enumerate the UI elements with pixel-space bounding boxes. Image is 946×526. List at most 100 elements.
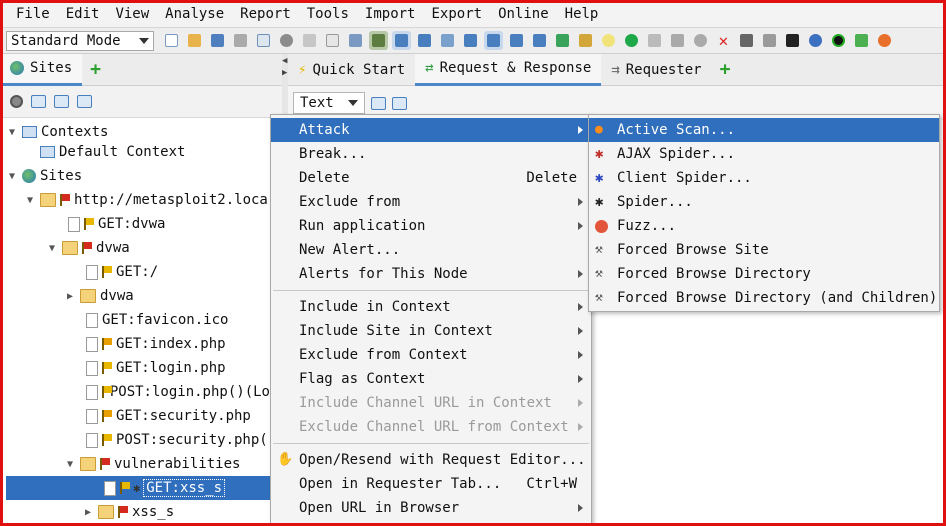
layout-response-icon[interactable] <box>484 31 503 50</box>
menu-item-delete[interactable]: Delete Delete <box>271 166 591 190</box>
menu-help[interactable]: Help <box>557 0 607 28</box>
menu-item-break[interactable]: Break... <box>271 142 591 166</box>
toggle-icon[interactable]: ▼ <box>46 243 58 254</box>
gear-icon[interactable] <box>277 31 296 50</box>
stop-icon[interactable] <box>691 31 710 50</box>
tree-row[interactable]: ▶ dvwa <box>6 284 270 308</box>
menu-view[interactable]: View <box>107 0 157 28</box>
tree-row[interactable]: POST:login.php()(Lo <box>6 380 270 404</box>
new-context-icon[interactable] <box>31 95 46 108</box>
tree-row[interactable]: GET:security.php <box>6 404 270 428</box>
menu-item-open-resend[interactable]: ✋ Open/Resend with Request Editor... <box>271 448 591 472</box>
submenu-item-active-scan[interactable]: ● Active Scan... <box>589 118 939 142</box>
x-icon[interactable]: ✕ <box>714 31 733 50</box>
menu-item-include-in-context[interactable]: Include in Context <box>271 295 591 319</box>
menu-item-include-site-in-context[interactable]: Include Site in Context <box>271 319 591 343</box>
tab-requester[interactable]: ⇉ Requester <box>601 54 711 86</box>
collapse-right-icon[interactable]: ▶ <box>282 68 287 78</box>
tree-row[interactable]: ▼ Sites <box>6 164 270 188</box>
layout-full-icon[interactable] <box>392 31 411 50</box>
menu-edit[interactable]: Edit <box>58 0 108 28</box>
submenu-item-spider[interactable]: ✱ Spider... <box>589 190 939 214</box>
menu-report[interactable]: Report <box>232 0 299 28</box>
snapshot-icon[interactable] <box>231 31 250 50</box>
toggle-icon[interactable]: ▶ <box>64 291 76 302</box>
menu-item-exclude-from[interactable]: Exclude from <box>271 190 591 214</box>
help-icon[interactable] <box>806 31 825 50</box>
tree-row[interactable]: ▶ xss_s <box>6 500 270 524</box>
bulb-icon[interactable] <box>599 31 618 50</box>
layout-split-icon[interactable] <box>438 31 457 50</box>
tree-row[interactable]: ▼ http://metasploit2.loca <box>6 188 270 212</box>
session-icon[interactable] <box>300 31 319 50</box>
tree-row[interactable]: GET:/ <box>6 260 270 284</box>
tab-sites[interactable]: Sites <box>0 53 83 86</box>
new-session-icon[interactable] <box>162 31 181 50</box>
submenu-item-forced-browse-directory[interactable]: ⚒ Forced Browse Directory <box>589 262 939 286</box>
tree-row[interactable]: GET:favicon.ico <box>6 308 270 332</box>
toggle-icon[interactable]: ▶ <box>82 507 94 518</box>
scripts-icon[interactable] <box>760 31 779 50</box>
layout-tabs-icon[interactable] <box>415 31 434 50</box>
toggle-icon[interactable]: ▼ <box>24 195 36 206</box>
menu-file[interactable]: File <box>8 0 58 28</box>
add-tab-icon[interactable]: + <box>82 59 109 80</box>
toggle-icon[interactable]: ▼ <box>6 127 18 138</box>
menu-item-open-requester-tab[interactable]: Open in Requester Tab... Ctrl+W <box>271 472 591 496</box>
step-icon[interactable] <box>645 31 664 50</box>
tree-row[interactable]: ▼ vulnerabilities <box>6 452 270 476</box>
sites-icon[interactable] <box>553 31 572 50</box>
menu-analyse[interactable]: Analyse <box>157 0 232 28</box>
layout-bottom-icon[interactable] <box>530 31 549 50</box>
split-vertical-icon[interactable] <box>392 96 407 110</box>
mode-select[interactable]: Standard Mode <box>6 30 154 51</box>
notes-icon[interactable] <box>852 31 871 50</box>
menu-export[interactable]: Export <box>423 0 490 28</box>
split-horizontal-icon[interactable] <box>371 96 386 110</box>
collapse-left-icon[interactable]: ◀ <box>282 56 287 66</box>
menu-item-exclude-from-context[interactable]: Exclude from Context <box>271 343 591 367</box>
submenu-item-fuzz[interactable]: Fuzz... <box>589 214 939 238</box>
lock-icon[interactable] <box>346 31 365 50</box>
green-circle-icon[interactable] <box>622 31 641 50</box>
menu-item-run-application[interactable]: Run application <box>271 214 591 238</box>
menu-item-open-url-in-browser[interactable]: Open URL in Browser <box>271 496 591 520</box>
layout-side-icon[interactable] <box>507 31 526 50</box>
tree-row[interactable]: Default Context <box>6 140 270 164</box>
tree-row[interactable]: ▼ dvwa <box>6 236 270 260</box>
firefox-icon[interactable] <box>875 31 894 50</box>
menu-online[interactable]: Online <box>490 0 557 28</box>
zap-icon[interactable] <box>829 31 848 50</box>
save-session-icon[interactable] <box>208 31 227 50</box>
tab-quick-start[interactable]: ⚡ Quick Start <box>288 54 415 86</box>
submenu-item-ajax-spider[interactable]: ✱ AJAX Spider... <box>589 142 939 166</box>
submenu-item-client-spider[interactable]: ✱ Client Spider... <box>589 166 939 190</box>
submenu-item-forced-browse-directory-children[interactable]: ⚒ Forced Browse Directory (and Children) <box>589 286 939 310</box>
scope-icon[interactable] <box>323 31 342 50</box>
menu-item-flag-as-context[interactable]: Flag as Context <box>271 367 591 391</box>
menu-item-new-alert[interactable]: New Alert... <box>271 238 591 262</box>
tree-row-selected[interactable]: ✱ GET:xss_s <box>6 476 270 500</box>
target-icon[interactable] <box>10 95 23 108</box>
menu-tools[interactable]: Tools <box>299 0 357 28</box>
toggle-icon[interactable]: ▼ <box>64 459 76 470</box>
import-context-icon[interactable] <box>54 95 69 108</box>
menu-item-attack[interactable]: Attack <box>271 118 591 142</box>
play-icon[interactable] <box>668 31 687 50</box>
menu-item-alerts-for-node[interactable]: Alerts for This Node <box>271 262 591 286</box>
hud-icon[interactable] <box>369 31 388 50</box>
open-session-icon[interactable] <box>185 31 204 50</box>
properties-icon[interactable] <box>254 31 273 50</box>
submenu-item-forced-browse-site[interactable]: ⚒ Forced Browse Site <box>589 238 939 262</box>
add-tab-icon[interactable]: + <box>712 59 739 80</box>
keyboard-icon[interactable] <box>737 31 756 50</box>
console-icon[interactable] <box>783 31 802 50</box>
tree-row[interactable]: GET:dvwa <box>6 212 270 236</box>
tree-row[interactable]: GET:index.php <box>6 332 270 356</box>
layout-request-icon[interactable] <box>461 31 480 50</box>
tab-request-response[interactable]: ⇄ Request & Response <box>415 53 602 86</box>
tree-row[interactable]: POST:security.php( <box>6 428 270 452</box>
menu-import[interactable]: Import <box>357 0 424 28</box>
export-context-icon[interactable] <box>77 95 92 108</box>
view-select[interactable]: Text <box>293 92 365 114</box>
